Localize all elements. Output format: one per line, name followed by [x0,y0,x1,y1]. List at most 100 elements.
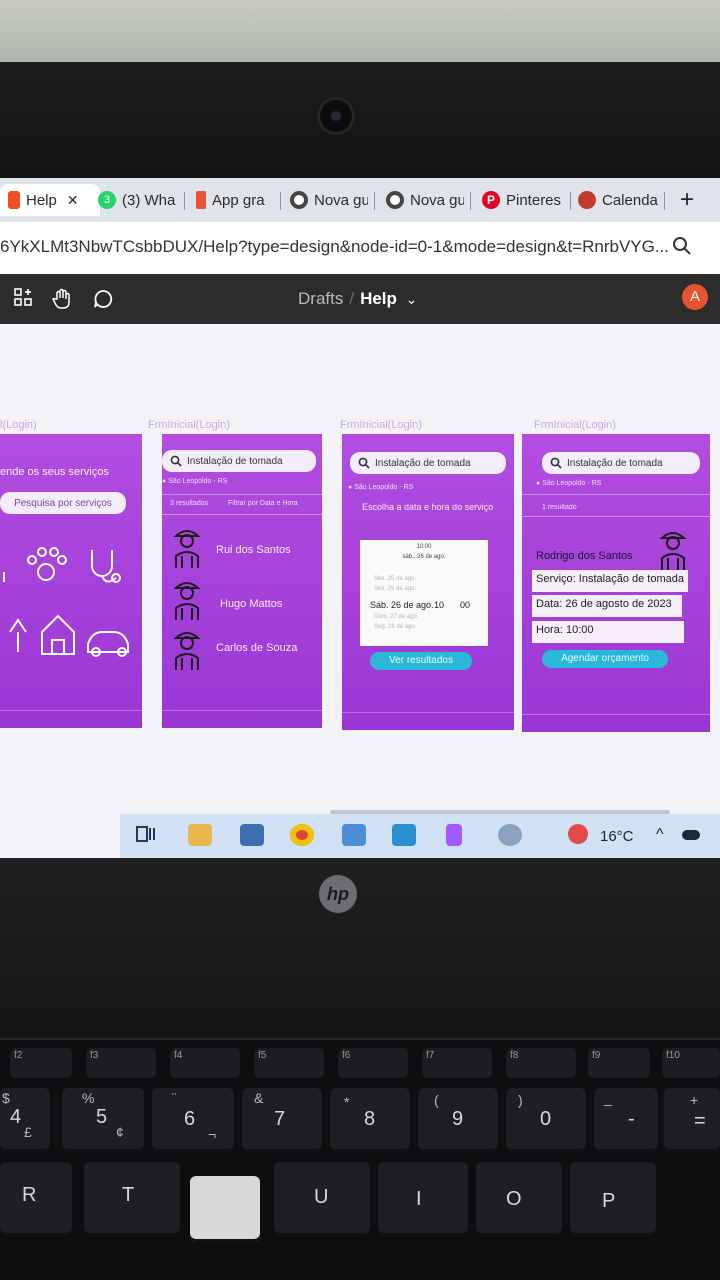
task-view-icon[interactable] [136,824,160,846]
url-text[interactable]: 6YkXLMt3NbwTCsbbDUX/Help?type=design&nod… [0,237,669,257]
breadcrumb: Drafts / Help ⌄ [298,289,417,309]
key-shift-label: ( [434,1092,439,1108]
picker-selected-day[interactable]: Sáb. 26 de ago. [370,600,434,610]
file-name[interactable]: Help [360,289,397,308]
key-4[interactable]: $ 4 £ [0,1088,50,1152]
tab-calendar[interactable]: Calenda [578,184,660,216]
key-equals[interactable]: + = [664,1088,720,1152]
key-f6[interactable]: f6 [338,1048,408,1078]
calendar-icon [578,191,596,209]
frame-date-picker[interactable]: Instalação de tomada ● São Leopoldo - RS… [342,434,514,730]
picker-row-below[interactable]: Seg. 28 de ago. [374,624,416,630]
search-input[interactable]: Instalação de tomada [350,452,506,474]
key-main-label: T [122,1184,135,1206]
tab-app-gra[interactable]: App gra [196,184,274,216]
windows-taskbar: 16°C ^ [120,814,720,858]
search-value: Instalação de tomada [375,457,471,469]
worker-name[interactable]: Hugo Mattos [220,598,282,610]
view-results-button[interactable]: Ver resultados [370,652,472,670]
key-9[interactable]: ( 9 [418,1088,498,1152]
key-5[interactable]: % 5 ¢ [62,1088,144,1152]
worker-name[interactable]: Rui dos Santos [216,544,291,556]
location-pin-icon: ● [348,484,353,491]
frame-results[interactable]: Instalação de tomada ● São Leopoldo - RS… [162,434,322,728]
date-time-picker[interactable]: 10:00 sáb., 26 de ago. Sex. 25 de ago. S… [360,540,488,646]
system-tray-caret-icon[interactable]: ^ [656,826,664,844]
key-7[interactable]: & 7 [242,1088,322,1152]
breadcrumb-separator: / [349,289,355,308]
frame-label[interactable]: FrmInicial(Login) [340,419,422,431]
worker-name[interactable]: Carlos de Souza [216,642,297,654]
tab-nova-guia-2[interactable]: Nova gu [386,184,464,216]
search-input[interactable]: Instalação de tomada [162,450,316,472]
key-f10[interactable]: f10 [662,1048,720,1078]
breadcrumb-drafts[interactable]: Drafts [298,289,343,308]
picker-row-above[interactable]: Sex. 25 de ago. [374,586,416,592]
key-f8[interactable]: f8 [506,1048,576,1078]
comment-icon[interactable] [92,288,114,315]
calculator-icon[interactable] [240,824,264,846]
file-explorer-icon[interactable] [188,824,212,846]
frame-heading: ende os seus serviços [0,466,109,478]
worker-avatar-icon [173,530,201,568]
picker-selected-hour[interactable]: 10 [434,600,444,610]
onedrive-cloud-icon[interactable] [682,830,700,840]
frame-home[interactable]: ende os seus serviços Pesquisa por servi… [0,434,142,728]
frame-booking[interactable]: Instalação de tomada ● São Leopoldo - RS… [522,434,710,732]
key-r[interactable]: R [0,1162,72,1236]
key-f2[interactable]: f2 [10,1048,72,1078]
photos-icon[interactable] [392,824,416,846]
key-minus[interactable]: _ - [594,1088,658,1152]
key-f7[interactable]: f7 [422,1048,492,1078]
search-input[interactable]: Instalação de tomada [542,452,700,474]
new-tab-button[interactable]: + [680,186,694,214]
tab-nova-guia-1[interactable]: Nova gu [290,184,368,216]
weather-app-icon[interactable] [498,824,522,846]
key-shift-label: ¨ [172,1090,177,1106]
temperature[interactable]: 16°C [600,828,634,845]
key-f3[interactable]: f3 [86,1048,156,1078]
key-p[interactable]: P [570,1162,656,1236]
key-f9[interactable]: f9 [588,1048,650,1078]
key-o[interactable]: O [476,1162,562,1236]
weather-icon[interactable] [568,824,588,844]
divider [522,494,710,495]
key-t[interactable]: T [84,1162,180,1236]
key-i[interactable]: I [378,1162,468,1236]
notes-app-icon[interactable] [342,824,366,846]
picker-row-below[interactable]: Dom. 27 de ago. [374,614,418,620]
address-bar[interactable]: 6YkXLMt3NbwTCsbbDUX/Help?type=design&nod… [0,222,720,274]
hand-tool-icon[interactable] [52,288,74,315]
key-main-label: P [602,1190,616,1212]
frame-divider [0,710,142,711]
tab-pinterest[interactable]: P Pinteres [482,184,564,216]
key-f5[interactable]: f5 [254,1048,324,1078]
close-tab-icon[interactable]: ✕ [67,192,79,209]
search-services-button[interactable]: Pesquisa por serviços [0,492,126,514]
picker-date: sáb., 26 de ago. [402,554,446,560]
figma-app-icon[interactable] [446,824,462,846]
key-8[interactable]: * 8 [330,1088,410,1152]
key-0[interactable]: ) 0 [506,1088,586,1152]
search-icon [358,457,370,469]
user-avatar[interactable]: A [682,284,708,310]
frame-label[interactable]: FrmInicial(Login) [534,419,616,431]
schedule-quote-button[interactable]: Agendar orçamento [542,650,668,668]
picker-row-above[interactable]: Sex. 25 de ago. [374,576,416,582]
tab-help[interactable]: Help ✕ [0,184,100,216]
components-icon[interactable] [14,288,32,311]
frame-label[interactable]: l(Login) [0,419,37,431]
key-6[interactable]: ¨ 6 ¬ [152,1088,234,1152]
filter-date-time[interactable]: Filtrar por Data e Hora [228,500,298,507]
chrome-icon[interactable] [290,824,314,846]
key-u[interactable]: U [274,1162,370,1236]
tab-whatsapp[interactable]: 3 (3) Wha [98,184,178,216]
picker-selected-minute[interactable]: 00 [460,600,470,610]
tab-separator [374,192,375,210]
figma-canvas[interactable]: l(Login) ende os seus serviços Pesquisa … [0,324,720,814]
chevron-down-icon[interactable]: ⌄ [406,291,418,307]
key-f4[interactable]: f4 [170,1048,240,1078]
frame-label[interactable]: FrmInicial(Login) [148,419,230,431]
zoom-icon[interactable] [672,236,692,261]
location-value: São Leopoldo - RS [168,478,228,485]
